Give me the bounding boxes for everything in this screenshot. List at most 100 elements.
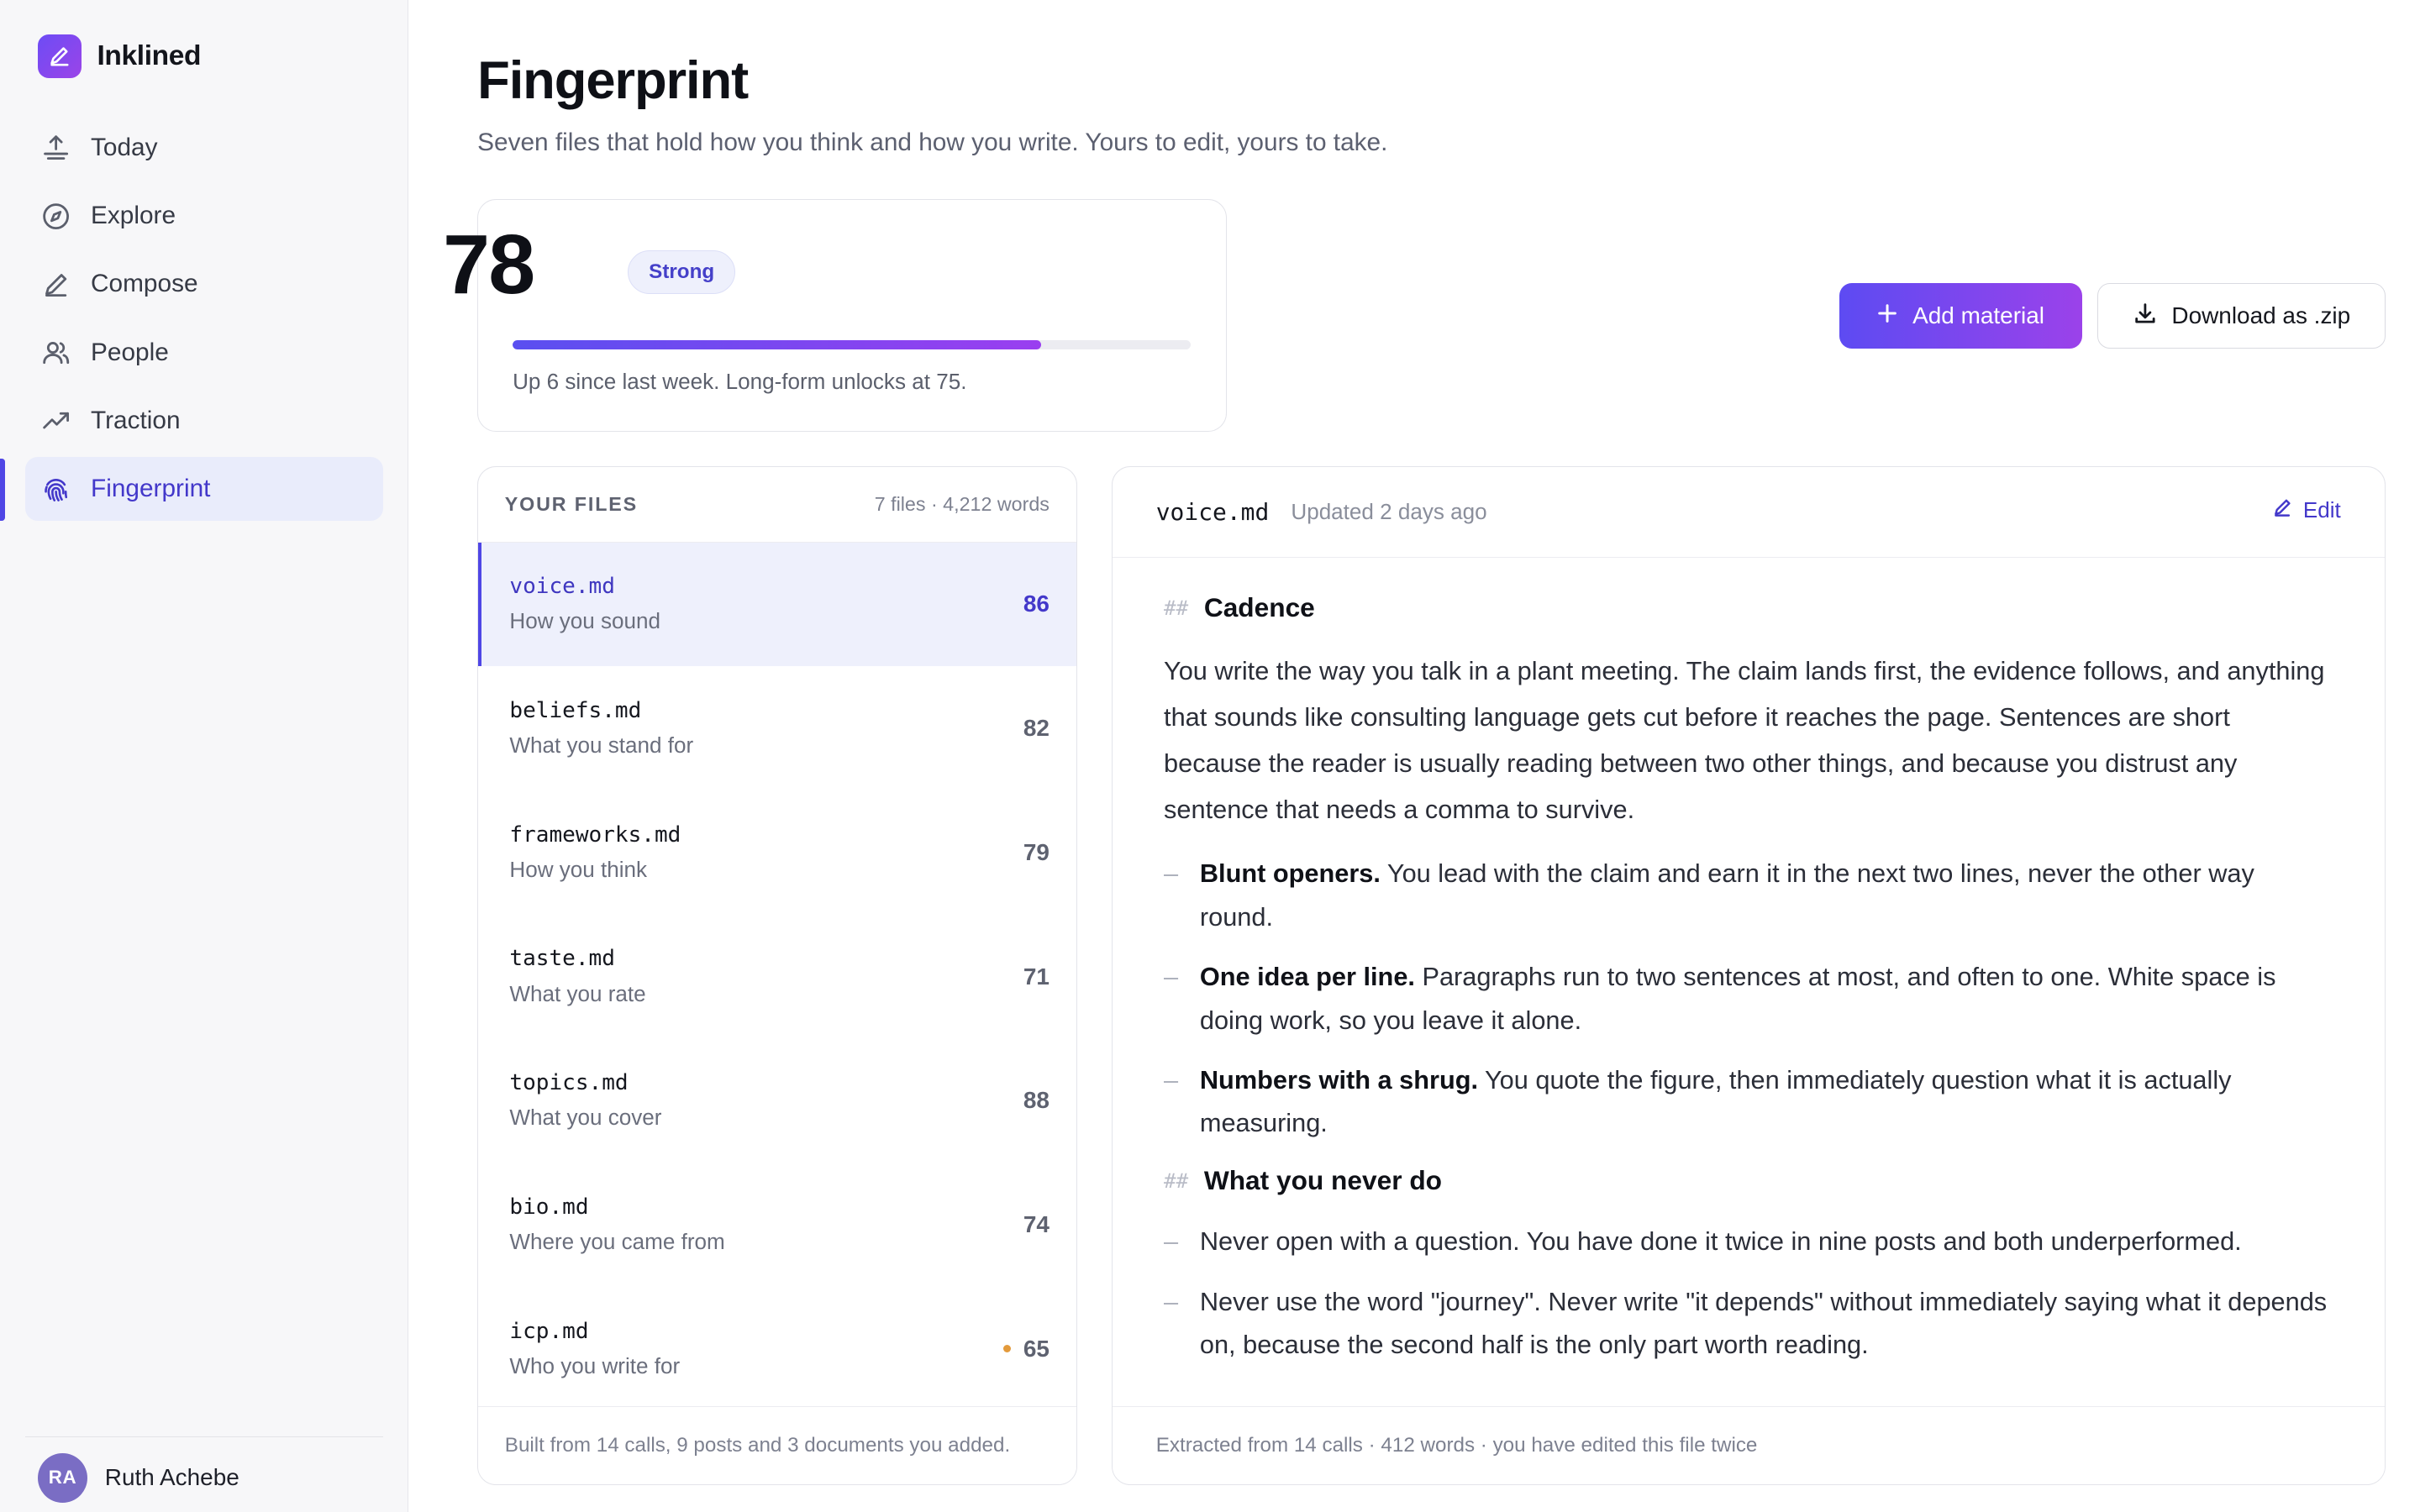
nav-label-people: People [91, 338, 169, 366]
file-score: 65 [1023, 1335, 1050, 1362]
file-score-wrap: 86 [1023, 591, 1050, 617]
app-root: Inklined Today Explore Compose People Tr… [0, 0, 2420, 1512]
list-dash: – [1164, 858, 1179, 889]
file-description: Where you came from [509, 1229, 725, 1255]
heading-hash: ## [1164, 596, 1189, 620]
add-material-button[interactable]: Add material [1839, 283, 2082, 349]
file-info: voice.md How you sound [509, 574, 660, 634]
preview-updated: Updated 2 days ago [1291, 499, 1487, 525]
file-list: voice.md How you sound 86 beliefs.md What yo… [478, 542, 1076, 1411]
file-score: 79 [1023, 838, 1050, 865]
file-score-wrap: 82 [1023, 715, 1050, 742]
file-row[interactable]: topics.md What you cover 88 [478, 1038, 1076, 1163]
file-row[interactable]: frameworks.md How you think 79 [478, 790, 1076, 915]
files-footer: Built from 14 calls, 9 posts and 3 docum… [478, 1405, 1076, 1484]
pen-icon [40, 269, 71, 300]
file-name: bio.md [509, 1194, 589, 1220]
file-info: icp.md Who you write for [509, 1319, 680, 1379]
files-panel: YOUR FILES 7 files · 4,212 words voice.m… [477, 466, 1077, 1485]
download-zip-button[interactable]: Download as .zip [2097, 283, 2386, 349]
list-item-text: Blunt openers. You lead with the claim a… [1200, 852, 2330, 937]
trend-icon [40, 405, 71, 436]
file-info: beliefs.md What you stand for [509, 698, 693, 759]
heading-hash: ## [1164, 1168, 1189, 1193]
file-description: What you cover [509, 1105, 662, 1131]
section-heading-cadence: ## Cadence [1164, 589, 2330, 627]
avatar: RA [37, 1452, 88, 1504]
file-score-wrap: 71 [1023, 963, 1050, 990]
file-row[interactable]: voice.md How you sound 86 [478, 542, 1076, 667]
file-info: taste.md What you rate [509, 946, 645, 1006]
preview-header: voice.md Updated 2 days ago Edit [1112, 467, 2385, 559]
active-nav-indicator [0, 458, 5, 522]
people-icon [40, 337, 71, 368]
list-dash: – [1164, 1226, 1179, 1257]
main-nav: Today Explore Compose People Traction Fi… [24, 116, 384, 525]
brand[interactable]: Inklined [37, 34, 202, 79]
file-name: frameworks.md [509, 822, 681, 848]
pen-logo-icon [37, 34, 82, 79]
sidebar: Inklined Today Explore Compose People Tr… [0, 0, 409, 1512]
add-material-label: Add material [1912, 302, 2044, 329]
page-title: Fingerprint [477, 50, 749, 110]
list-item-text: One idea per line. Paragraphs run to two… [1200, 955, 2330, 1041]
file-info: topics.md What you cover [509, 1070, 661, 1131]
markdown-content: ## Cadence You write the way you talk in… [1164, 589, 2330, 1383]
fingerprint-icon [40, 473, 71, 504]
nav-item-traction[interactable]: Traction [25, 389, 384, 453]
list-item-bold: Numbers with a shrug. [1199, 1065, 1479, 1095]
file-info: bio.md Where you came from [509, 1194, 724, 1255]
list-item: – Blunt openers. You lead with the claim… [1164, 852, 2330, 937]
file-name: voice.md [509, 574, 615, 600]
nav-item-people[interactable]: People [25, 320, 384, 384]
edit-label: Edit [2302, 496, 2341, 522]
file-score: 71 [1023, 963, 1050, 990]
file-row[interactable]: icp.md Who you write for 65 [478, 1287, 1076, 1411]
score-card: Up 6 since last week. Long-form unlocks … [477, 198, 1228, 433]
user-profile[interactable]: RA Ruth Achebe [24, 1436, 384, 1504]
heading-text: Cadence [1203, 592, 1315, 623]
download-label: Download as .zip [2171, 302, 2351, 329]
file-preview-panel: voice.md Updated 2 days ago Edit ## Cade… [1111, 466, 2386, 1485]
list-item-text: Never use the word "journey". Never writ… [1199, 1286, 2328, 1360]
score-note: Up 6 since last week. Long-form unlocks … [513, 368, 967, 394]
file-score: 86 [1023, 591, 1050, 617]
nav-item-compose[interactable]: Compose [25, 252, 384, 316]
file-score-wrap: 88 [1023, 1087, 1050, 1114]
list-item-text: Never open with a question. You have don… [1199, 1226, 2242, 1257]
nav-label-compose: Compose [91, 270, 198, 298]
file-row[interactable]: bio.md Where you came from 74 [478, 1163, 1076, 1287]
score-badge: Strong [627, 250, 736, 295]
file-row[interactable]: taste.md What you rate 71 [478, 915, 1076, 1039]
user-name: Ruth Achebe [104, 1464, 239, 1491]
files-meta: 7 files · 4,212 words [874, 492, 1050, 515]
file-score-wrap: 79 [1023, 839, 1050, 866]
edit-button[interactable]: Edit [2272, 497, 2341, 523]
nav-label-explore: Explore [91, 202, 176, 230]
file-row[interactable]: beliefs.md What you stand for 82 [478, 666, 1076, 790]
cadence-list: – Blunt openers. You lead with the claim… [1164, 852, 2330, 1144]
list-dash: – [1164, 1286, 1179, 1316]
heading-text: What you never do [1203, 1165, 1443, 1196]
nav-item-fingerprint[interactable]: Fingerprint [24, 456, 384, 522]
file-description: What you rate [509, 980, 646, 1006]
never-list: – Never open with a question. You have d… [1164, 1220, 2330, 1366]
list-item: – Never use the word "journey". Never wr… [1164, 1280, 2330, 1366]
plus-icon [1876, 302, 1898, 330]
section-heading-never: ## What you never do [1164, 1162, 2330, 1200]
score-progress-bar [513, 340, 1191, 350]
file-score: 74 [1023, 1210, 1050, 1237]
list-item: – Numbers with a shrug. You quote the fi… [1164, 1058, 2330, 1144]
cadence-paragraph: You write the way you talk in a plant me… [1164, 656, 2325, 825]
main-content: Fingerprint Seven files that hold how yo… [408, 0, 2420, 1512]
nav-item-today[interactable]: Today [25, 116, 384, 180]
list-item: – Never open with a question. You have d… [1164, 1220, 2330, 1263]
score-value: 78 [443, 217, 535, 312]
file-description: What you stand for [509, 732, 694, 759]
file-name: beliefs.md [509, 698, 642, 723]
score-progress-fill [513, 340, 1042, 350]
file-name: topics.md [509, 1070, 629, 1096]
preview-footer: Extracted from 14 calls · 412 words · yo… [1112, 1405, 2385, 1484]
nav-item-explore[interactable]: Explore [25, 184, 384, 248]
nav-label-fingerprint: Fingerprint [91, 474, 211, 502]
